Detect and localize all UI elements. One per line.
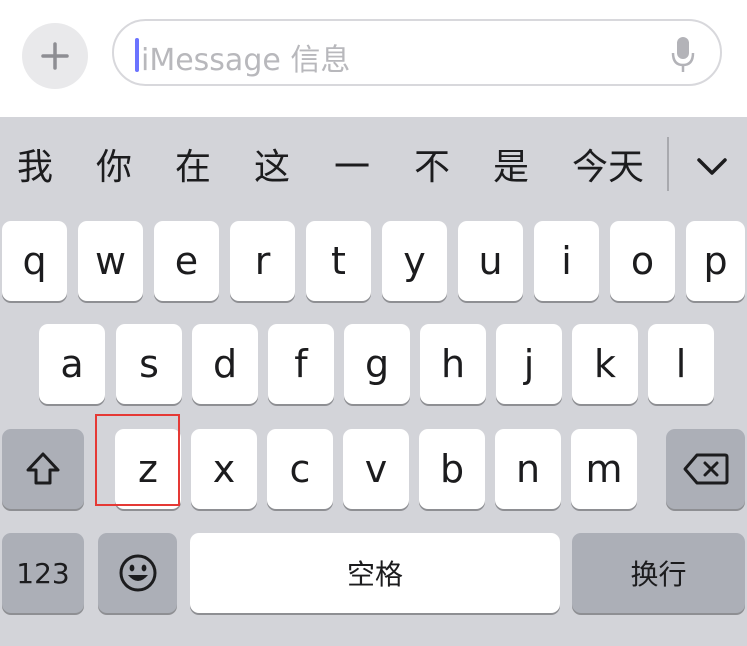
candidate-word[interactable]: 是 xyxy=(493,145,529,191)
key-y[interactable]: y xyxy=(382,221,447,301)
candidate-word[interactable]: 今天 xyxy=(572,145,644,191)
key-c[interactable]: c xyxy=(267,429,333,509)
key-a[interactable]: a xyxy=(39,324,105,404)
candidate-word[interactable]: 不 xyxy=(414,145,450,191)
shift-key[interactable] xyxy=(2,429,84,509)
candidate-word[interactable]: 这 xyxy=(254,145,290,191)
key-w[interactable]: w xyxy=(78,221,143,301)
backspace-icon xyxy=(683,453,728,485)
text-cursor xyxy=(135,38,139,72)
key-j[interactable]: j xyxy=(496,324,562,404)
key-s[interactable]: s xyxy=(116,324,182,404)
key-p[interactable]: p xyxy=(686,221,745,301)
key-o[interactable]: o xyxy=(610,221,675,301)
key-u[interactable]: u xyxy=(458,221,523,301)
microphone-icon[interactable] xyxy=(670,35,696,75)
candidate-bar: 我 你 在 这 一 不 是 今天 xyxy=(0,117,747,219)
key-z[interactable]: z xyxy=(115,429,181,509)
key-d[interactable]: d xyxy=(192,324,258,404)
key-i[interactable]: i xyxy=(534,221,599,301)
message-compose-bar: iMessage 信息 xyxy=(0,0,747,117)
candidate-word[interactable]: 一 xyxy=(334,145,370,191)
emoji-key[interactable] xyxy=(98,533,177,613)
key-g[interactable]: g xyxy=(344,324,410,404)
chinese-pinyin-keyboard: 我 你 在 这 一 不 是 今天 q w e r t y u i o p a s… xyxy=(0,117,747,646)
candidate-word[interactable]: 你 xyxy=(96,145,132,191)
key-f[interactable]: f xyxy=(268,324,334,404)
plus-icon xyxy=(41,42,69,70)
shift-arrow-icon xyxy=(26,452,60,485)
key-r[interactable]: r xyxy=(230,221,295,301)
key-h[interactable]: h xyxy=(420,324,486,404)
key-q[interactable]: q xyxy=(2,221,67,301)
message-input[interactable]: iMessage 信息 xyxy=(112,19,722,86)
key-m[interactable]: m xyxy=(571,429,637,509)
key-n[interactable]: n xyxy=(495,429,561,509)
delete-key[interactable] xyxy=(666,429,745,509)
candidate-word[interactable]: 在 xyxy=(175,145,211,191)
key-b[interactable]: b xyxy=(419,429,485,509)
key-x[interactable]: x xyxy=(191,429,257,509)
key-k[interactable]: k xyxy=(572,324,638,404)
key-l[interactable]: l xyxy=(648,324,714,404)
numbers-key[interactable]: 123 xyxy=(2,533,84,613)
candidate-divider xyxy=(667,137,669,191)
apps-plus-button[interactable] xyxy=(22,23,88,89)
chevron-down-icon[interactable] xyxy=(692,147,732,187)
space-key[interactable]: 空格 xyxy=(190,533,560,613)
smiley-icon xyxy=(119,554,156,592)
message-placeholder: iMessage 信息 xyxy=(141,43,351,78)
key-e[interactable]: e xyxy=(154,221,219,301)
candidate-word[interactable]: 我 xyxy=(17,145,53,191)
return-key[interactable]: 换行 xyxy=(572,533,745,613)
key-v[interactable]: v xyxy=(343,429,409,509)
key-t[interactable]: t xyxy=(306,221,371,301)
